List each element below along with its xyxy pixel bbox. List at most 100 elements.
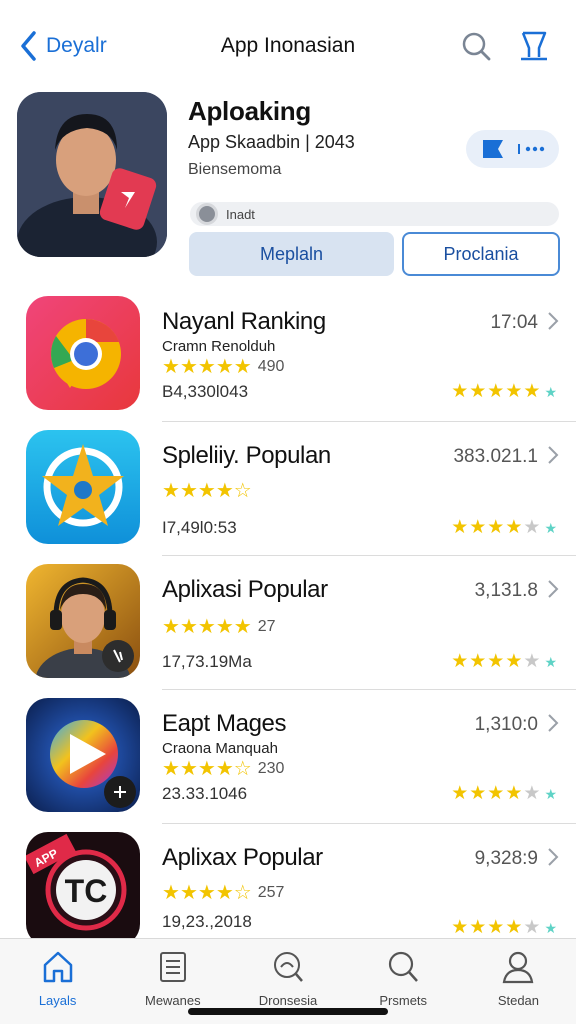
star-icon: ★ [162, 758, 180, 780]
search-icon[interactable] [460, 30, 492, 62]
star-icon: ★ [451, 651, 470, 672]
star-icon: ★ [215, 758, 234, 780]
star-icon: ★ [505, 381, 524, 402]
star-icon: ☆ [233, 882, 252, 904]
star-icon: ★ [162, 356, 180, 378]
star-icon: ★ [469, 651, 488, 672]
featured-search-field[interactable]: Inadt [190, 202, 559, 226]
rating-stars: ★★★★☆ [162, 478, 252, 503]
star-icon: ★ [505, 917, 524, 938]
app-metric: 383.021.1 [453, 446, 538, 467]
star-icon: ★ [179, 758, 198, 780]
app-rating: ★★★★☆ 257 [162, 880, 284, 905]
tab-label: Stedan [497, 993, 540, 1008]
app-name: Nayanl Ranking [162, 308, 326, 335]
home-indicator [188, 1008, 388, 1015]
star-icon: ★ [487, 517, 506, 538]
app-icon-tc: TC APP [26, 832, 140, 946]
star-icon: ★ [179, 882, 198, 904]
app-metric: 9,328:9 [474, 848, 538, 869]
secondary-action-button[interactable]: Proclania [402, 232, 560, 276]
star-icon: ★ [197, 356, 216, 378]
tab-label: Dronsesia [258, 993, 318, 1008]
chevron-right-icon [548, 714, 559, 732]
star-icon: ★ [523, 651, 542, 672]
list-item[interactable]: Aplixasi Popular ★★★★★ 27 17,73.19Ma 3,1… [0, 556, 576, 690]
star-icon: ★ [487, 381, 506, 402]
app-size: 19,23.,2018 [162, 912, 252, 931]
right-rating-stars: ★★★★★ ★ [451, 916, 558, 939]
tab-label: Layals [38, 993, 77, 1008]
star-icon: ★ [487, 783, 506, 804]
featured-app-card[interactable]: Aploaking App Skaadbin | 2043 Biensemoma… [0, 90, 576, 285]
star-icon: ★ [451, 517, 470, 538]
app-icon-portrait [26, 564, 140, 678]
star-icon: ★ [487, 651, 506, 672]
star-icon: ★ [162, 882, 180, 904]
list-item[interactable]: Nayanl Ranking Cramn Renolduh ★★★★★ 490 … [0, 288, 576, 422]
profile-icon [503, 951, 534, 984]
star-icon: ★ [215, 882, 234, 904]
app-rating: ★★★★☆ 230 [162, 756, 284, 781]
list-item[interactable]: Spleliiy. Populan ★★★★☆ I7,49l0:53 383.0… [0, 422, 576, 556]
star-icon: ★ [505, 651, 524, 672]
app-name: Eapt Mages [162, 710, 287, 737]
bookmark-icon[interactable] [518, 30, 550, 62]
app-size: 23.33.1046 [162, 784, 248, 803]
star-icon: ★ [162, 616, 180, 638]
app-developer: Cramn Renolduh [162, 338, 276, 355]
star-icon: ★ [505, 783, 524, 804]
primary-action-button[interactable]: Meplaln [189, 232, 394, 276]
star-icon: ★ [544, 920, 558, 936]
rating-count: 27 [257, 617, 276, 635]
right-rating-stars: ★★★★★ ★ [451, 782, 558, 805]
star-icon: ★ [233, 616, 252, 638]
star-icon: ★ [469, 381, 488, 402]
featured-search-placeholder: Inadt [226, 206, 255, 222]
star-icon: ★ [487, 917, 506, 938]
document-icon [159, 952, 186, 982]
app-ranking-list: Nayanl Ranking Cramn Renolduh ★★★★★ 490 … [0, 288, 576, 958]
home-icon [43, 951, 72, 983]
app-rating: ★★★★☆ [162, 478, 252, 503]
app-icon-play [26, 698, 140, 812]
more-icon [517, 144, 544, 154]
chevron-right-icon [548, 312, 559, 330]
star-icon: ★ [197, 616, 216, 638]
app-metric: 17:04 [490, 312, 538, 333]
top-navigation-bar: Deyalr App Inonasian [0, 0, 576, 90]
list-item[interactable]: Eapt Mages Craona Manquah ★★★★☆ 230 23.3… [0, 690, 576, 824]
star-icon: ★ [179, 356, 198, 378]
rating-count: 490 [257, 357, 285, 375]
tab-label: Prsmets [379, 993, 428, 1008]
play-flag-icon [482, 140, 503, 158]
star-icon: ★ [544, 654, 558, 670]
tab-home[interactable]: Layals [0, 939, 115, 1024]
rating-stars: ★★★★★ [162, 354, 252, 379]
app-name: Aplixasi Popular [162, 576, 328, 603]
app-name: Aplixax Popular [162, 844, 323, 871]
featured-app-subtitle: App Skaadbin | 2043 [188, 132, 355, 152]
discover-icon [274, 952, 303, 982]
app-developer: Craona Manquah [162, 740, 278, 757]
rating-stars: ★★★★☆ [162, 756, 252, 781]
star-icon: ★ [469, 917, 488, 938]
star-icon: ★ [162, 480, 180, 502]
svg-text:TC: TC [65, 873, 108, 909]
chevron-right-icon [548, 848, 559, 866]
star-icon: ★ [179, 480, 198, 502]
tab-profile[interactable]: Stedan [461, 939, 576, 1024]
app-icon-star [26, 430, 140, 544]
star-icon: ★ [544, 384, 558, 400]
star-icon: ★ [523, 517, 542, 538]
star-icon: ★ [523, 917, 542, 938]
rating-count: 230 [257, 759, 285, 777]
chevron-right-icon [548, 580, 559, 598]
featured-action-pill[interactable] [466, 130, 559, 168]
search-avatar-icon [196, 203, 218, 225]
star-icon: ★ [197, 882, 216, 904]
app-size: I7,49l0:53 [162, 518, 237, 537]
star-icon: ★ [544, 786, 558, 802]
search-icon [389, 951, 419, 982]
star-icon: ★ [523, 783, 542, 804]
